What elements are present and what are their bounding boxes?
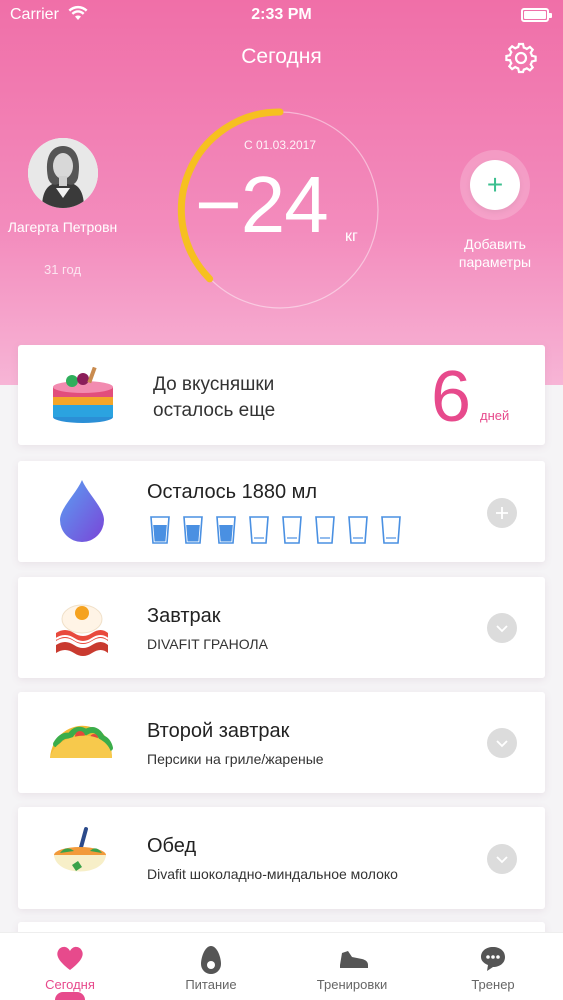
- meal-title: Завтрак: [147, 605, 221, 627]
- active-tab-indicator: [55, 992, 85, 1000]
- weight-unit: кг: [345, 228, 358, 245]
- tab-label: Питание: [185, 977, 237, 992]
- water-glass-filled-icon[interactable]: [183, 516, 203, 544]
- sneaker-icon: [340, 951, 368, 968]
- water-card[interactable]: Осталось 1880 мл: [18, 461, 545, 562]
- chat-bubble-icon: [481, 947, 505, 971]
- tab-today[interactable]: Сегодня: [0, 933, 140, 1000]
- meal-card-second-breakfast[interactable]: Второй завтрак Персики на гриле/жареные: [18, 692, 545, 793]
- user-photo-icon: [28, 138, 98, 208]
- water-glass-empty-icon[interactable]: [249, 516, 269, 544]
- expand-second-breakfast-button[interactable]: [487, 728, 517, 758]
- treat-text: До вкусняшки осталось еще: [153, 372, 275, 424]
- tab-coach[interactable]: Тренер: [423, 933, 563, 1000]
- avocado-icon: [201, 946, 221, 974]
- add-water-button[interactable]: [487, 498, 517, 528]
- soup-bowl-icon: [54, 827, 106, 872]
- meal-subtitle: Divafit шоколадно-миндальное молоко: [147, 866, 398, 882]
- water-glass-empty-icon[interactable]: [381, 516, 401, 544]
- meal-card-lunch[interactable]: Обед Divafit шоколадно-миндальное молоко: [18, 807, 545, 909]
- water-glass-empty-icon[interactable]: [315, 516, 335, 544]
- settings-gear-icon[interactable]: [503, 40, 539, 76]
- heart-icon: [57, 946, 83, 970]
- water-glass-empty-icon[interactable]: [348, 516, 368, 544]
- expand-lunch-button[interactable]: [487, 844, 517, 874]
- weight-change-value: −24: [195, 160, 329, 249]
- water-glass-filled-icon[interactable]: [216, 516, 236, 544]
- battery-icon: [521, 8, 552, 22]
- water-glasses: [150, 516, 401, 544]
- clock: 2:33 PM: [251, 6, 312, 23]
- expand-breakfast-button[interactable]: [487, 613, 517, 643]
- profile-age: 31 год: [43, 262, 82, 277]
- meal-subtitle: Персики на гриле/жареные: [147, 751, 324, 767]
- progress-start-date: С 01.03.2017: [243, 138, 317, 152]
- treat-countdown-card[interactable]: До вкусняшки осталось еще 6 дней: [18, 345, 545, 445]
- taco-icon: [50, 725, 113, 758]
- add-parameters-button[interactable]: +: [470, 160, 520, 210]
- tab-nutrition[interactable]: Питание: [141, 933, 281, 1000]
- tab-workouts[interactable]: Тренировки: [282, 933, 422, 1000]
- avatar[interactable]: [28, 138, 98, 208]
- tab-label: Сегодня: [45, 977, 95, 992]
- meal-card-breakfast[interactable]: Завтрак DIVAFIT ГРАНОЛА: [18, 577, 545, 678]
- chevron-down-icon: [496, 740, 508, 748]
- page-title: Сегодня: [241, 45, 322, 68]
- water-glass-empty-icon[interactable]: [282, 516, 302, 544]
- chevron-down-icon: [496, 625, 508, 633]
- days-remaining-number: 6: [431, 357, 472, 437]
- meal-title: Второй завтрак: [147, 720, 290, 742]
- egg-bacon-icon: [55, 604, 109, 656]
- treat-text-line1: До вкусняшки: [153, 374, 275, 395]
- profile-name: Лагерта Петровн: [7, 219, 118, 235]
- plus-icon: +: [486, 169, 504, 200]
- cake-icon: [53, 367, 113, 423]
- meal-title: Обед: [147, 835, 197, 857]
- water-remaining-title: Осталось 1880 мл: [147, 481, 318, 503]
- treat-text-line2: осталось еще: [153, 400, 276, 421]
- tab-label: Тренер: [471, 977, 515, 992]
- tab-label: Тренировки: [316, 977, 388, 992]
- plus-icon: [496, 507, 508, 519]
- water-drop-icon: [60, 480, 104, 542]
- water-glass-filled-icon[interactable]: [150, 516, 170, 544]
- days-label: дней: [480, 408, 510, 423]
- status-bar: Carrier 2:33 PM: [0, 0, 563, 30]
- meal-subtitle: DIVAFIT ГРАНОЛА: [147, 636, 268, 652]
- add-parameters-label[interactable]: Добавить параметры: [440, 235, 550, 271]
- chevron-down-icon: [496, 856, 508, 864]
- tab-bar: Сегодня Питание Тренировки Тренер: [0, 932, 563, 1000]
